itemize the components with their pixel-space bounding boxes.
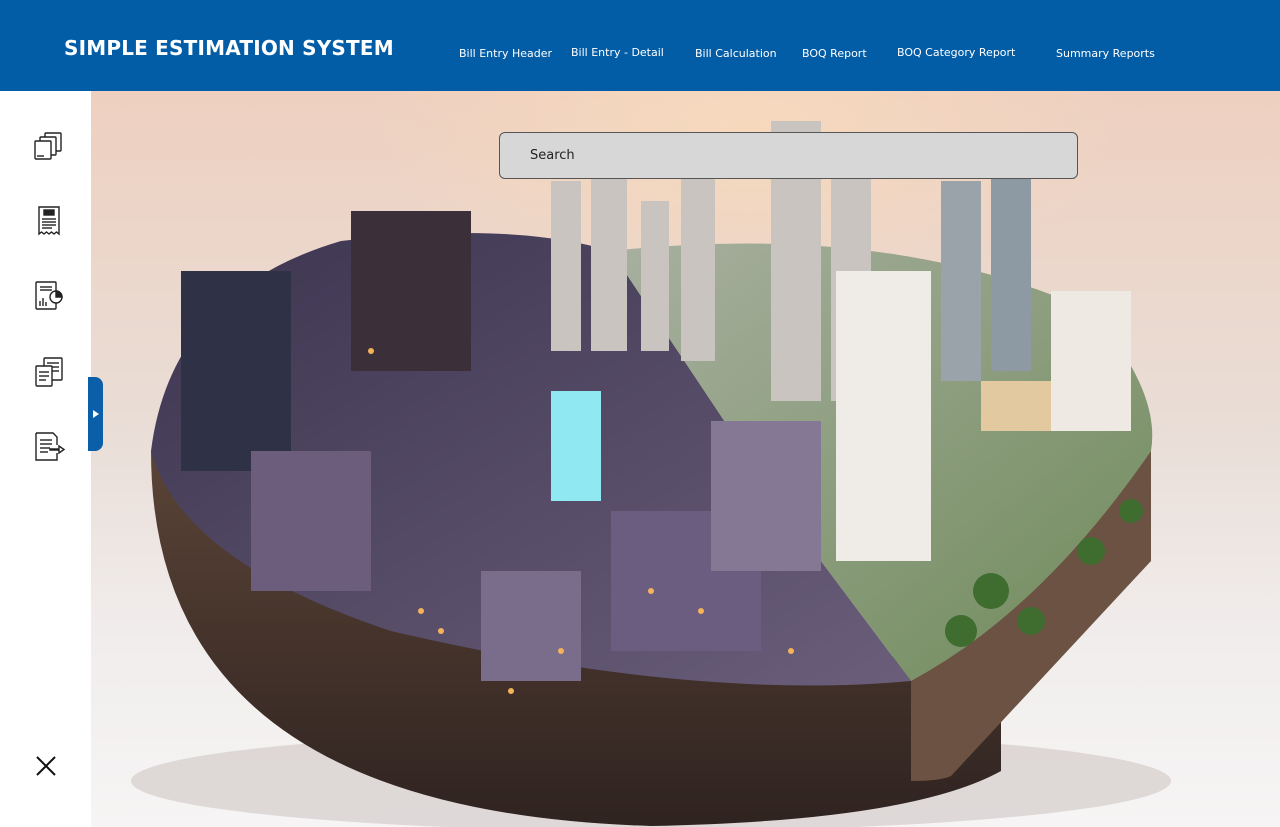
close-icon[interactable]: [32, 752, 60, 780]
nav-bill-entry-detail[interactable]: Bill Entry - Detail: [571, 46, 664, 59]
nav-boq-category-report[interactable]: BOQ Category Report: [897, 46, 1015, 59]
sidebar-item-report-chart[interactable]: [31, 278, 67, 314]
top-header: SIMPLE ESTIMATION SYSTEM Bill Entry Head…: [0, 0, 1280, 91]
hero-image: [91, 91, 1280, 827]
sidebar-item-documents[interactable]: [31, 128, 67, 164]
nav-summary-reports[interactable]: Summary Reports: [1056, 47, 1155, 60]
sidebar-toggle-button[interactable]: [88, 377, 103, 451]
sidebar-item-document-export[interactable]: [31, 429, 67, 465]
documents-stack-icon: [34, 132, 62, 160]
nav-boq-report[interactable]: BOQ Report: [802, 47, 867, 60]
sidebar-item-report-copy[interactable]: [31, 354, 67, 390]
sidebar: [0, 91, 91, 827]
report-copy-icon: [35, 357, 63, 387]
search-input[interactable]: [499, 132, 1078, 179]
report-chart-icon: [35, 281, 63, 310]
nav-bill-entry-header[interactable]: Bill Entry Header: [459, 47, 552, 60]
play-arrow-icon: [92, 410, 99, 418]
bill-receipt-icon: [38, 206, 60, 236]
nav-bill-calculation[interactable]: Bill Calculation: [695, 47, 777, 60]
app-title: SIMPLE ESTIMATION SYSTEM: [64, 36, 394, 60]
sidebar-item-bill[interactable]: [31, 203, 67, 239]
document-export-icon: [35, 432, 66, 461]
city-island-illustration: [131, 121, 1171, 827]
